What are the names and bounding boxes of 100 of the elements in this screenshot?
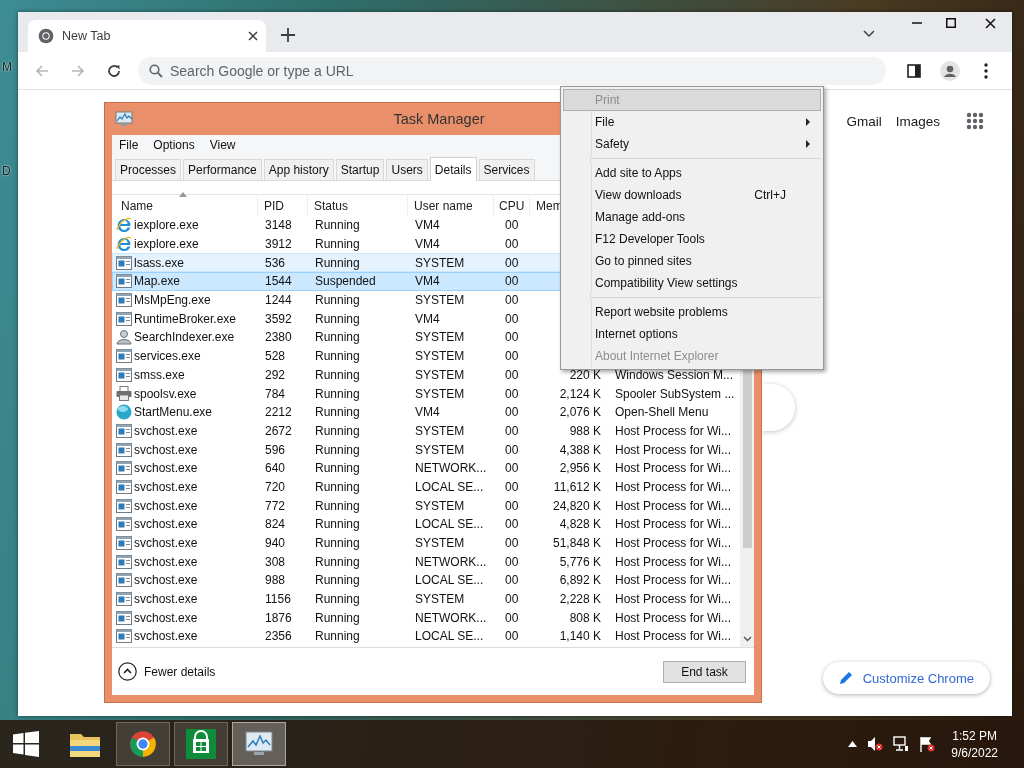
menu-item[interactable]: Options <box>153 138 195 152</box>
table-row[interactable]: svchost.exe 2356 Running LOCAL SE... 00 1,140 K Host Process for Wi... <box>112 627 740 646</box>
table-cell-text: 824 <box>264 517 287 532</box>
process-name: SearchIndexer.exe <box>134 330 235 345</box>
table-cell-text: Host Process for Wi... <box>614 629 733 644</box>
table-row[interactable]: StartMenu.exe 2212 Running VM4 00 2,076 K Open-Shell Menu <box>112 402 740 422</box>
process-name: svchost.exe <box>134 592 198 607</box>
tab[interactable]: Performance <box>183 159 262 180</box>
header-link[interactable]: Gmail <box>846 113 882 129</box>
table-row[interactable]: svchost.exe 772 Running SYSTEM 00 24,820 K Host Process for Wi... <box>112 496 740 515</box>
tray-button[interactable] <box>893 736 910 752</box>
desktop-icon-label[interactable]: D <box>0 163 18 179</box>
table-row[interactable]: svchost.exe 308 Running NETWORK... 00 5,776 K Host Process for Wi... <box>112 552 740 572</box>
table-row[interactable]: svchost.exe 824 Running LOCAL SE... 00 4,828 K Host Process for Wi... <box>112 515 740 534</box>
process-name: spoolsv.exe <box>134 386 197 401</box>
table-cell-text: VM4 <box>414 274 441 289</box>
table-cell-text: 00 <box>504 367 520 382</box>
window-icon <box>116 349 132 364</box>
tab[interactable]: Services <box>478 159 535 180</box>
column-header[interactable]: Name <box>112 195 258 216</box>
table-cell-text: 640 <box>264 461 287 476</box>
sphere-icon <box>116 404 132 421</box>
taskbar-button[interactable] <box>174 722 228 766</box>
table-row[interactable]: svchost.exe 988 Running LOCAL SE... 00 6,892 K Host Process for Wi... <box>112 571 740 590</box>
menu-item[interactable]: View <box>209 138 236 152</box>
table-cell-text: Open-Shell Menu <box>614 405 710 420</box>
table-cell-text: SYSTEM <box>414 330 466 345</box>
reload-icon <box>106 62 122 79</box>
taskbar-button[interactable] <box>116 722 170 766</box>
table-cell-text: 1,140 K <box>558 629 602 644</box>
table-cell-text: 808 K <box>568 610 602 625</box>
table-cell-text: 3592 <box>264 311 293 326</box>
column-header[interactable]: User name <box>408 195 494 216</box>
table-cell-text: 5,776 K <box>558 554 602 569</box>
person-icon <box>116 329 132 346</box>
monitor-graph-icon <box>115 111 133 127</box>
column-header[interactable]: Status <box>308 195 408 216</box>
address-field[interactable]: Search Google or type a URL <box>138 56 886 85</box>
window-title: Task Manager <box>393 111 485 127</box>
table-cell-text: 00 <box>504 442 520 457</box>
taskbar-button[interactable] <box>232 722 286 766</box>
table-cell-text: SYSTEM <box>414 423 466 438</box>
table-row[interactable]: svchost.exe 640 Running NETWORK... 00 2,956 K Host Process for Wi... <box>112 458 740 478</box>
desktop-icon-label[interactable]: M <box>0 59 18 75</box>
table-cell-text: 2,956 K <box>558 461 602 476</box>
process-name: svchost.exe <box>134 554 198 569</box>
window-icon <box>116 461 132 476</box>
end-task-button[interactable]: End task <box>663 660 746 683</box>
process-name: svchost.exe <box>134 536 198 551</box>
fewer-details-toggle[interactable]: Fewer details <box>118 662 216 681</box>
table-row[interactable]: smss.exe 292 Running SYSTEM 00 220 K Windows Session M... <box>112 365 740 385</box>
tab[interactable]: Users <box>386 159 428 180</box>
tab[interactable]: Processes <box>115 159 182 180</box>
process-name: svchost.exe <box>134 610 198 625</box>
menu-item[interactable]: File <box>119 138 139 152</box>
table-row[interactable]: svchost.exe 2672 Running SYSTEM 00 988 K Host Process for Wi... <box>112 421 740 441</box>
clock[interactable]: 1:52 PM 9/6/2022 <box>945 728 1004 760</box>
close-icon[interactable] <box>248 31 258 41</box>
table-cell-text: Host Process for Wi... <box>614 554 733 569</box>
table-row[interactable]: svchost.exe 1876 Running NETWORK... 00 808 K Host Process for Wi... <box>112 608 740 628</box>
table-cell-text: 00 <box>504 536 520 551</box>
customize-chrome-button[interactable]: Customize Chrome <box>822 662 990 694</box>
tray-button[interactable] <box>848 741 858 747</box>
table-cell-text: VM4 <box>414 237 441 252</box>
table-row[interactable]: svchost.exe 720 Running LOCAL SE... 00 11,612 K Host Process for Wi... <box>112 477 740 497</box>
table-row[interactable]: svchost.exe 940 Running SYSTEM 00 51,848 K Host Process for Wi... <box>112 533 740 553</box>
table-cell-text: SYSTEM <box>414 536 466 551</box>
table-row[interactable]: svchost.exe 596 Running SYSTEM 00 4,388 K Host Process for Wi... <box>112 440 740 459</box>
table-cell-text: 00 <box>504 218 520 233</box>
table-cell-text: 00 <box>504 498 520 513</box>
table-row[interactable]: spoolsv.exe 784 Running SYSTEM 00 2,124 K Spooler SubSystem ... <box>112 384 740 403</box>
window-icon <box>116 311 132 326</box>
process-name: iexplore.exe <box>134 237 199 252</box>
table-row[interactable]: svchost.exe 1156 Running SYSTEM 00 2,228 K Host Process for Wi... <box>112 589 740 609</box>
browser-tab[interactable]: New Tab <box>28 20 266 52</box>
tray-button[interactable] <box>919 736 936 752</box>
tab[interactable]: Startup <box>335 159 385 180</box>
table-cell-text: Running <box>314 423 361 438</box>
header-link[interactable]: Images <box>895 113 940 129</box>
window-icon <box>116 479 132 494</box>
muted-speaker-icon <box>867 736 884 752</box>
tab[interactable]: Details <box>429 157 477 181</box>
column-header[interactable]: CPU <box>494 195 530 216</box>
scroll-down-icon[interactable] <box>742 636 752 642</box>
apps-grid-icon[interactable] <box>966 112 984 130</box>
table-cell-text: SYSTEM <box>414 592 466 607</box>
table-cell-text: 00 <box>504 554 520 569</box>
table-cell-text: Running <box>314 386 361 401</box>
table-cell-text: 720 <box>264 479 287 494</box>
tray-button[interactable] <box>867 736 884 752</box>
table-cell-text: 2,076 K <box>558 405 602 420</box>
table-cell-text: Host Process for Wi... <box>614 479 733 494</box>
tab[interactable]: App history <box>263 159 334 180</box>
column-header[interactable]: PID <box>258 195 308 216</box>
table-cell-text: VM4 <box>414 405 441 420</box>
table-cell-text: 940 <box>264 536 287 551</box>
table-cell-text: 00 <box>504 237 520 252</box>
table-cell-text: 4,388 K <box>558 442 602 457</box>
window-icon <box>116 536 132 551</box>
table-cell-text: 00 <box>504 293 520 308</box>
